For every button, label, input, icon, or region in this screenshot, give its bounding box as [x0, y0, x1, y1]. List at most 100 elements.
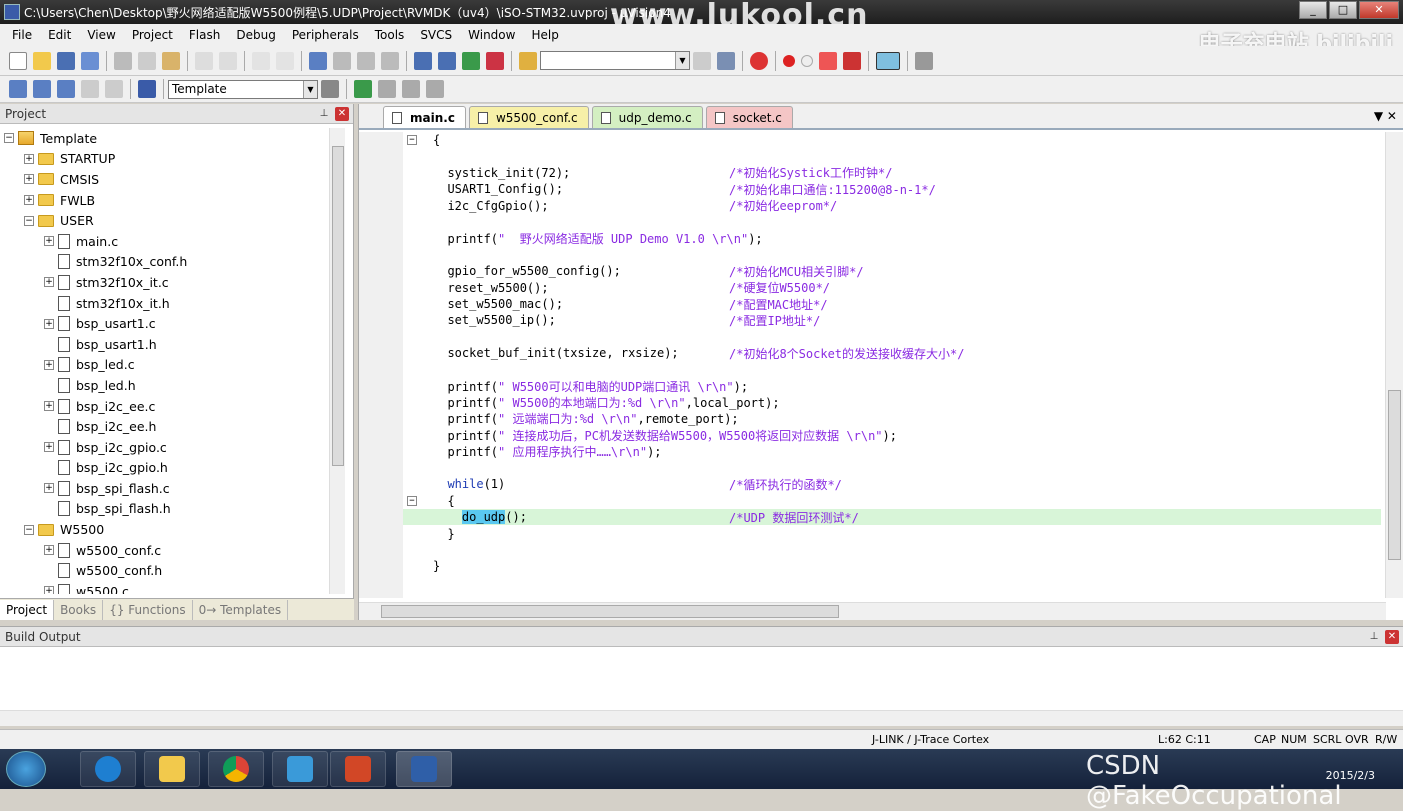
- batch-build-icon[interactable]: [81, 80, 99, 98]
- code-line[interactable]: 55▲ printf(" W5500的本地端口为:%d \r\n",local_…: [403, 394, 1381, 410]
- code-line[interactable]: 47 gpio_for_w5500_config();/*初始化MCU相关引脚*…: [403, 263, 1381, 279]
- tree-item[interactable]: w5500_conf.h: [4, 560, 330, 581]
- code-line[interactable]: 39−{: [403, 132, 1381, 148]
- tree-item[interactable]: stm32f10x_conf.h: [4, 252, 330, 273]
- code-line[interactable]: 43 i2c_CfgGpio();/*初始化eeprom*/: [403, 198, 1381, 214]
- code-line[interactable]: 58▲ printf(" 应用程序执行中……\r\n");: [403, 443, 1381, 459]
- target-select[interactable]: Template ▼: [168, 79, 318, 99]
- run-time-env-icon[interactable]: [426, 80, 444, 98]
- tree-scrollbar[interactable]: [329, 128, 345, 594]
- menu-file[interactable]: File: [4, 28, 40, 42]
- clear-bookmarks-icon[interactable]: [381, 51, 399, 70]
- collapse-icon[interactable]: −: [24, 524, 34, 535]
- tree-item[interactable]: + main.c: [4, 231, 330, 252]
- collapse-icon[interactable]: −: [4, 133, 14, 144]
- code-line[interactable]: 42 USART1_Config();/*初始化串口通信:115200@8-n-…: [403, 181, 1381, 197]
- pin-icon[interactable]: ⊥: [1367, 630, 1381, 644]
- menu-view[interactable]: View: [79, 28, 123, 42]
- build-icon[interactable]: [33, 80, 51, 98]
- tree-item[interactable]: bsp_i2c_gpio.h: [4, 458, 330, 479]
- select-packs-icon[interactable]: [402, 80, 420, 98]
- download-icon[interactable]: [138, 80, 156, 98]
- code-line[interactable]: 48 reset_w5500();/*硬复位W5500*/: [403, 280, 1381, 296]
- window-layout-icon[interactable]: [876, 51, 900, 70]
- target-options-icon[interactable]: [321, 80, 339, 98]
- code-line[interactable]: 52 socket_buf_init(txsize, rxsize);/*初始化…: [403, 345, 1381, 361]
- code-line[interactable]: 41 systick_init(72);/*初始化Systick工作时钟*/: [403, 165, 1381, 181]
- menu-edit[interactable]: Edit: [40, 28, 79, 42]
- code-line[interactable]: 66: [403, 575, 1381, 591]
- redo-icon[interactable]: [219, 51, 237, 70]
- debug-session-icon[interactable]: [750, 51, 768, 70]
- code-line[interactable]: 45▲ printf(" 野火网络适配版 UDP Demo V1.0 \r\n"…: [403, 230, 1381, 246]
- expand-icon[interactable]: +: [44, 401, 54, 412]
- expand-icon[interactable]: +: [44, 586, 54, 594]
- tree-item[interactable]: + bsp_spi_flash.c: [4, 478, 330, 499]
- code-line[interactable]: 59: [403, 460, 1381, 476]
- tree-item[interactable]: bsp_usart1.h: [4, 334, 330, 355]
- kill-all-breakpoints-icon[interactable]: [843, 51, 861, 70]
- tree-item[interactable]: + bsp_usart1.c: [4, 313, 330, 334]
- translate-icon[interactable]: [9, 80, 27, 98]
- editor-vertical-scrollbar[interactable]: [1385, 132, 1403, 598]
- menu-project[interactable]: Project: [124, 28, 181, 42]
- menu-tools[interactable]: Tools: [367, 28, 413, 42]
- expand-icon[interactable]: +: [24, 153, 34, 164]
- tree-item[interactable]: bsp_led.h: [4, 375, 330, 396]
- next-bookmark-icon[interactable]: [357, 51, 375, 70]
- menu-help[interactable]: Help: [523, 28, 566, 42]
- tree-item[interactable]: + w5500.c: [4, 581, 330, 594]
- code-area[interactable]: 39−{4041 systick_init(72);/*初始化Systick工作…: [403, 132, 1381, 598]
- code-line[interactable]: 60 while(1)/*循环执行的函数*/: [403, 476, 1381, 492]
- code-line[interactable]: 53: [403, 361, 1381, 377]
- editor-horizontal-scrollbar[interactable]: [359, 602, 1386, 620]
- expand-icon[interactable]: +: [24, 174, 34, 185]
- menu-svcs[interactable]: SVCS: [412, 28, 460, 42]
- code-line[interactable]: 56▲ printf(" 远端端口为:%d \r\n",remote_port)…: [403, 411, 1381, 427]
- expand-icon[interactable]: +: [44, 318, 54, 329]
- expand-icon[interactable]: +: [44, 483, 54, 494]
- taskbar-chrome[interactable]: [208, 751, 264, 787]
- tree-item[interactable]: stm32f10x_it.h: [4, 293, 330, 314]
- close-button[interactable]: ✕: [1359, 1, 1399, 19]
- copy-icon[interactable]: [138, 51, 156, 70]
- taskbar-uvision[interactable]: [396, 751, 452, 787]
- expand-icon[interactable]: +: [44, 359, 54, 370]
- breakpoint-icon[interactable]: [783, 54, 795, 67]
- save-icon[interactable]: [57, 51, 75, 70]
- manage-books-icon[interactable]: [378, 80, 396, 98]
- minimize-button[interactable]: _: [1299, 1, 1327, 19]
- comment-icon[interactable]: [462, 51, 480, 70]
- cut-icon[interactable]: [114, 51, 132, 70]
- pin-icon[interactable]: ⊥: [317, 107, 331, 121]
- code-line[interactable]: 50 set_w5500_ip();/*配置IP地址*/: [403, 312, 1381, 328]
- manage-components-icon[interactable]: [354, 80, 372, 98]
- code-line[interactable]: 49 set_w5500_mac();/*配置MAC地址*/: [403, 296, 1381, 312]
- menu-peripherals[interactable]: Peripherals: [284, 28, 367, 42]
- taskbar-ie[interactable]: [80, 751, 136, 787]
- panel-tab-1[interactable]: Books: [54, 599, 104, 620]
- find-in-files-icon[interactable]: [519, 51, 537, 70]
- panel-tab-0[interactable]: Project: [0, 599, 55, 620]
- tree-item[interactable]: + bsp_led.c: [4, 355, 330, 376]
- bookmark-icon[interactable]: [309, 51, 327, 70]
- undo-icon[interactable]: [195, 51, 213, 70]
- code-line[interactable]: 61− {: [403, 493, 1381, 509]
- panel-tab-3[interactable]: 0→ Templates: [193, 599, 289, 620]
- code-line[interactable]: 44: [403, 214, 1381, 230]
- menu-debug[interactable]: Debug: [228, 28, 283, 42]
- code-line[interactable]: 46: [403, 247, 1381, 263]
- expand-icon[interactable]: +: [44, 545, 54, 556]
- save-all-icon[interactable]: [81, 51, 99, 70]
- stop-build-icon[interactable]: [105, 80, 123, 98]
- disable-breakpoint-icon[interactable]: [801, 54, 813, 67]
- tab-list-controls[interactable]: ▼ ✕: [1374, 109, 1397, 123]
- tree-item[interactable]: + w5500_conf.c: [4, 540, 330, 561]
- code-line[interactable]: 63 }: [403, 525, 1381, 541]
- tree-item[interactable]: bsp_i2c_ee.h: [4, 416, 330, 437]
- unindent-icon[interactable]: [438, 51, 456, 70]
- expand-icon[interactable]: +: [44, 277, 54, 288]
- new-file-icon[interactable]: [9, 51, 27, 70]
- editor-tab[interactable]: main.c: [383, 106, 466, 128]
- expand-icon[interactable]: +: [44, 236, 54, 247]
